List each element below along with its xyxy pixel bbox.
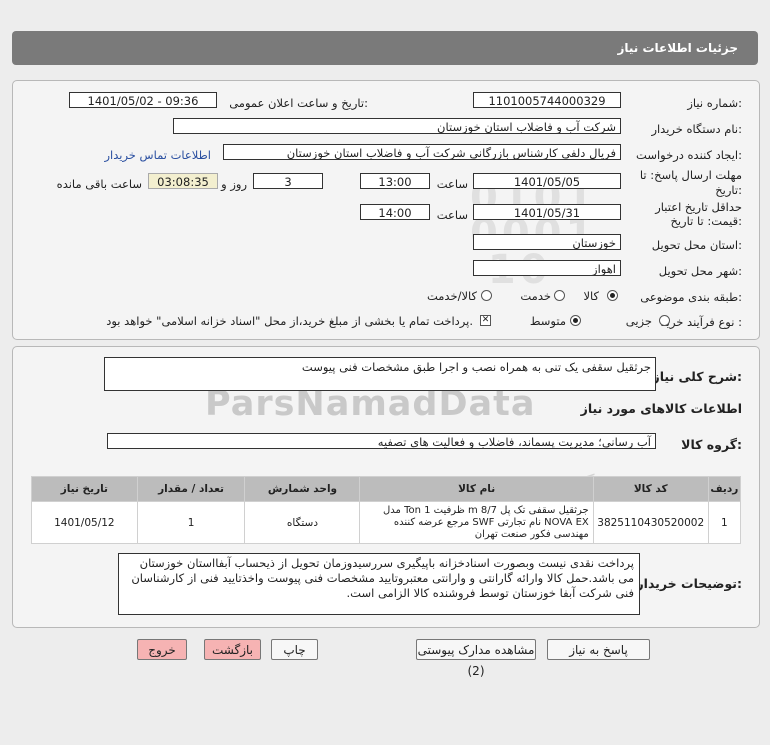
remaining-word: ساعت باقی مانده xyxy=(56,177,142,191)
treasury-checkbox[interactable]: ✕ xyxy=(480,315,491,326)
validity-label-2: قیمت: تا تاریخ: xyxy=(670,214,742,228)
col-unit: واحد شمارش xyxy=(244,476,361,502)
deadline-date-field: 1401/05/05 xyxy=(473,173,621,189)
page-header: جزئیات اطلاعات نیاز xyxy=(12,31,758,65)
announce-field: 1401/05/02 - 09:36 xyxy=(69,92,217,108)
cell-qty: 1 xyxy=(136,501,246,544)
exit-button[interactable]: خروج xyxy=(137,639,187,660)
days-field: 3 xyxy=(253,173,323,189)
category-both-label: کالا/خدمت xyxy=(426,289,477,303)
deadline-label-2: تاریخ: xyxy=(715,183,742,197)
cell-unit: دستگاه xyxy=(244,501,361,544)
print-button[interactable]: چاپ xyxy=(271,639,318,660)
deadline-time-word: ساعت xyxy=(436,177,468,191)
cell-name: جرثقیل سقفی تک پل m 8/7 ظرفیت Ton 1 مدل … xyxy=(359,501,594,544)
table-header-row: ردیف کد کالا نام کالا واحد شمارش تعداد /… xyxy=(31,476,742,502)
deadline-label-1: مهلت ارسال پاسخ: تا xyxy=(639,168,742,182)
process-medium-label: متوسط xyxy=(529,314,566,328)
city-label: شهر محل تحویل: xyxy=(658,264,742,278)
attachments-button[interactable]: مشاهده مدارک پیوستی (2) xyxy=(416,639,536,678)
goods-group-label: گروه کالا: xyxy=(681,437,742,452)
category-goods-radio[interactable] xyxy=(607,290,618,301)
col-row: ردیف xyxy=(707,476,742,502)
category-both-radio[interactable] xyxy=(481,290,492,301)
category-goods-label: کالا xyxy=(583,289,599,303)
need-number-label: شماره نیاز: xyxy=(687,96,742,110)
col-code: کد کالا xyxy=(592,476,709,502)
contact-link[interactable]: اطلاعات تماس خریدار xyxy=(104,148,211,162)
province-label: استان محل تحویل: xyxy=(651,238,742,252)
cell-date: 1401/05/12 xyxy=(31,501,138,544)
cell-row: 1 xyxy=(707,501,742,544)
table-row: 1 3825110430520002 جرثقیل سقفی تک پل m 8… xyxy=(31,501,742,544)
back-button[interactable]: بازگشت xyxy=(204,639,261,660)
process-minor-radio[interactable] xyxy=(659,315,670,326)
validity-label-1: حداقل تاریخ اعتبار xyxy=(655,200,742,214)
city-field: اهواز xyxy=(473,260,621,276)
process-label: نوع فرآیند خرید : xyxy=(660,315,742,329)
treasury-note: پرداخت تمام یا بخشی از مبلغ خرید،از محل … xyxy=(106,314,473,328)
process-medium-radio[interactable] xyxy=(570,315,581,326)
creator-field: فریال دلفی کارشناس بازرگانی شرکت آب و فا… xyxy=(223,144,621,160)
buyer-notes-field: پرداخت نقدی نیست وبصورت اسنادخزانه باپیگ… xyxy=(118,553,640,615)
reply-button[interactable]: پاسخ به نیاز xyxy=(547,639,650,660)
category-service-label: خدمت xyxy=(520,289,551,303)
remaining-time-field: 03:08:35 xyxy=(148,173,218,189)
buyer-notes-label: توضیحات خریدار: xyxy=(636,576,742,591)
creator-label: ایجاد کننده درخواست: xyxy=(636,148,742,162)
validity-time-field: 14:00 xyxy=(360,204,430,220)
summary-label: شرح کلی نیاز: xyxy=(652,369,743,384)
days-word: روز و xyxy=(221,177,247,191)
page-title: جزئیات اطلاعات نیاز xyxy=(617,41,738,55)
cell-code: 3825110430520002 xyxy=(592,501,709,544)
process-minor-label: جزیی xyxy=(625,314,652,328)
announce-label: تاریخ و ساعت اعلان عمومی: xyxy=(229,96,368,110)
col-date: تاریخ نیاز xyxy=(31,476,138,502)
category-label: طبقه بندی موضوعی: xyxy=(640,290,742,304)
need-number-field: 1101005744000329 xyxy=(473,92,621,108)
buyer-org-label: نام دستگاه خریدار: xyxy=(651,122,742,136)
summary-field: جرثقیل سقفی یک تنی به همراه نصب و اجرا ط… xyxy=(104,357,656,391)
col-name: نام کالا xyxy=(359,476,594,502)
validity-time-word: ساعت xyxy=(436,208,468,222)
goods-table: ردیف کد کالا نام کالا واحد شمارش تعداد /… xyxy=(31,476,742,544)
deadline-time-field: 13:00 xyxy=(360,173,430,189)
goods-info-title: اطلاعات کالاهای مورد نیاز xyxy=(580,401,742,416)
validity-date-field: 1401/05/31 xyxy=(473,204,621,220)
buyer-org-field: شرکت آب و فاضلاب استان خوزستان xyxy=(173,118,621,134)
goods-group-field: آب رسانی؛ مدیریت پسماند، فاضلاب و فعالیت… xyxy=(107,433,656,449)
col-qty: تعداد / مقدار xyxy=(136,476,246,502)
category-service-radio[interactable] xyxy=(554,290,565,301)
province-field: خوزستان xyxy=(473,234,621,250)
